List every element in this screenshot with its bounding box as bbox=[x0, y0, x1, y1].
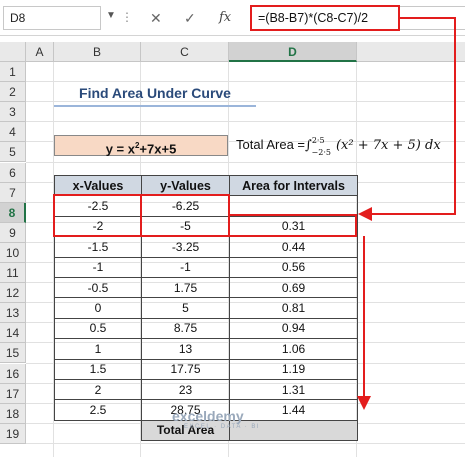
formula-to-cell-arrow bbox=[370, 17, 456, 215]
formula-arrow-head bbox=[358, 207, 372, 221]
watermark-name: exceldemy bbox=[172, 408, 244, 424]
exceldemy-watermark: exceldemy EXCEL · DATA · BI bbox=[172, 408, 260, 430]
annotation-arrows bbox=[357, 17, 456, 410]
fill-down-arrow-head bbox=[357, 396, 371, 410]
watermark-tagline: EXCEL · DATA · BI bbox=[184, 424, 261, 430]
